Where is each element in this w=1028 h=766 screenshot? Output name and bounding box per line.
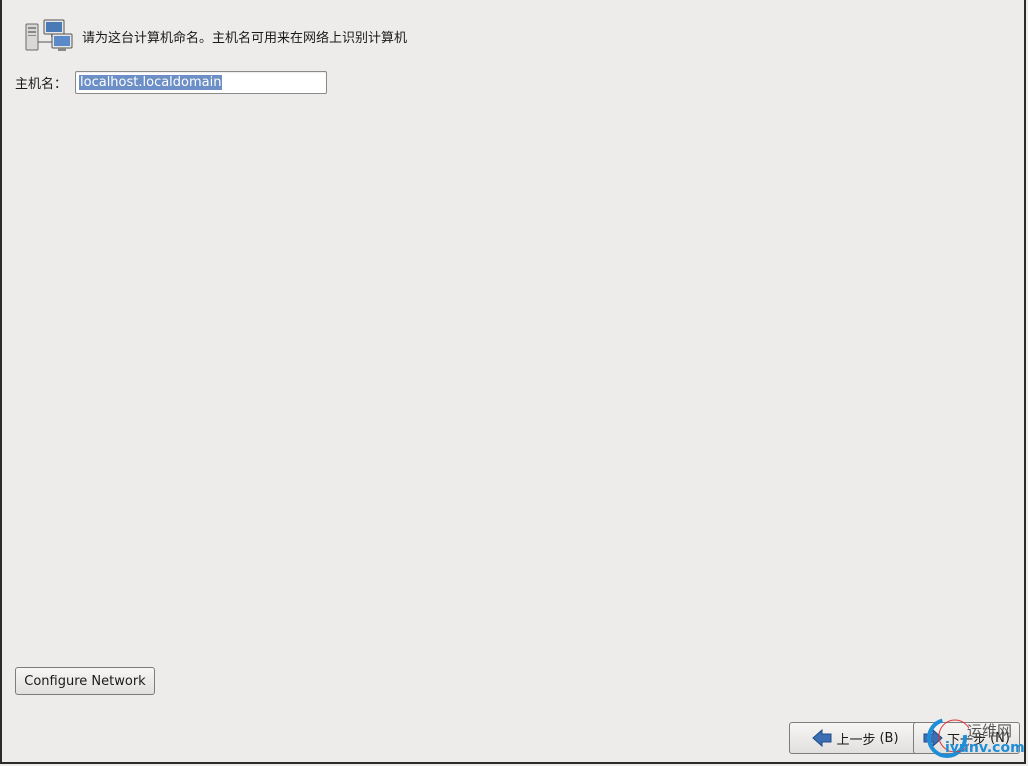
window-frame bbox=[0, 0, 1026, 764]
configure-network-label: Configure Network bbox=[24, 673, 146, 689]
hostname-input-value: localhost.localdomain bbox=[79, 75, 223, 90]
hostname-input[interactable]: localhost.localdomain bbox=[75, 71, 328, 94]
hostname-row: 主机名： localhost.localdomain bbox=[15, 71, 328, 94]
configure-network-button[interactable]: Configure Network bbox=[15, 667, 155, 695]
next-button-label: 下一步 bbox=[947, 732, 987, 748]
network-computers-icon bbox=[25, 19, 73, 51]
hostname-label: 主机名： bbox=[15, 77, 68, 92]
back-button-key: (B) bbox=[879, 730, 899, 746]
next-button-key: (N) bbox=[990, 730, 1010, 746]
page-header: 请为这台计算机命名。主机名可用来在网络上识别计算机 bbox=[24, 18, 407, 54]
arrow-right-icon bbox=[923, 729, 943, 747]
back-button-label: 上一步 bbox=[836, 732, 876, 748]
page-header-text: 请为这台计算机命名。主机名可用来在网络上识别计算机 bbox=[82, 30, 408, 46]
back-button[interactable]: 上一步 (B) bbox=[789, 722, 922, 754]
arrow-left-icon bbox=[812, 729, 832, 747]
next-button[interactable]: 下一步 (N) bbox=[913, 722, 1020, 754]
